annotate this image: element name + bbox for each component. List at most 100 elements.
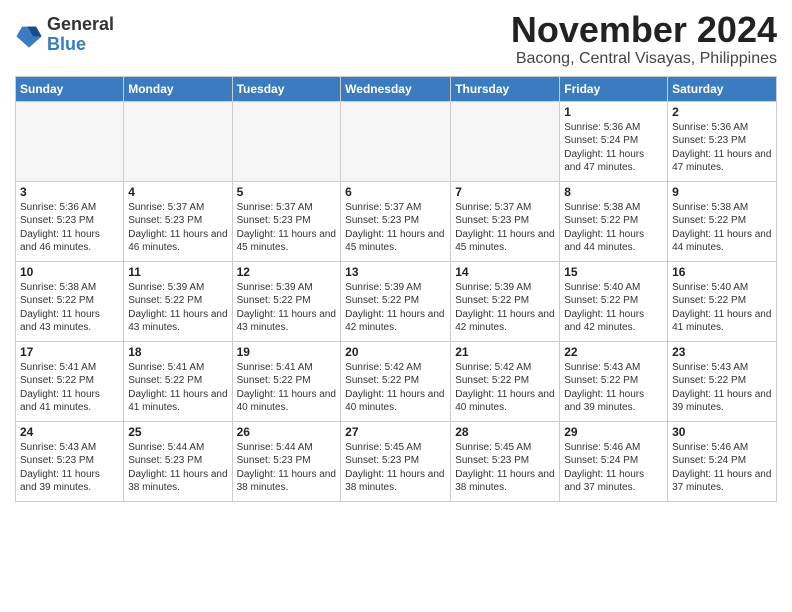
day-info: Sunrise: 5:37 AM Sunset: 5:23 PM Dayligh… [237,201,337,255]
day-number: 22 [564,345,663,359]
day-info: Sunrise: 5:43 AM Sunset: 5:23 PM Dayligh… [20,441,119,495]
day-info: Sunrise: 5:39 AM Sunset: 5:22 PM Dayligh… [128,281,227,335]
calendar-day-cell: 9Sunrise: 5:38 AM Sunset: 5:22 PM Daylig… [668,181,777,261]
calendar-day-cell: 23Sunrise: 5:43 AM Sunset: 5:22 PM Dayli… [668,341,777,421]
day-info: Sunrise: 5:36 AM Sunset: 5:23 PM Dayligh… [20,201,119,255]
day-info: Sunrise: 5:46 AM Sunset: 5:24 PM Dayligh… [564,441,663,495]
weekday-header: Tuesday [232,76,341,101]
calendar-day-cell: 3Sunrise: 5:36 AM Sunset: 5:23 PM Daylig… [16,181,124,261]
day-info: Sunrise: 5:44 AM Sunset: 5:23 PM Dayligh… [237,441,337,495]
calendar-day-cell: 19Sunrise: 5:41 AM Sunset: 5:22 PM Dayli… [232,341,341,421]
weekday-header: Sunday [16,76,124,101]
calendar-week-row: 10 Sunrise: 5:38 AM Sunset: 5:22 PM Dayli… [16,261,777,341]
weekday-header: Thursday [451,76,560,101]
day-info: Sunrise: 5:42 AM Sunset: 5:22 PM Dayligh… [455,361,555,415]
day-number: 19 [237,345,337,359]
page-header: General Blue November 2024 Bacong, Centr… [15,10,777,68]
calendar-week-row: 17 Sunrise: 5:41 AM Sunset: 5:22 PM Dayli… [16,341,777,421]
calendar-week-row: 3Sunrise: 5:36 AM Sunset: 5:23 PM Daylig… [16,181,777,261]
day-info: Sunrise: 5:42 AM Sunset: 5:22 PM Dayligh… [345,361,446,415]
day-info: Sunrise: 5:38 AM Sunset: 5:22 PM Dayligh… [20,281,119,335]
calendar-day-cell: 1Sunrise: 5:36 AM Sunset: 5:24 PM Daylig… [560,101,668,181]
calendar-day-cell: 15Sunrise: 5:40 AM Sunset: 5:22 PM Dayli… [560,261,668,341]
calendar-day-cell: 29 Sunrise: 5:46 AM Sunset: 5:24 PM Dayli… [560,421,668,501]
calendar-header-row: SundayMondayTuesdayWednesdayThursdayFrid… [16,76,777,101]
day-number: 17 [20,345,119,359]
calendar-day-cell [232,101,341,181]
day-info: Sunrise: 5:43 AM Sunset: 5:22 PM Dayligh… [564,361,663,415]
calendar-day-cell [124,101,232,181]
day-number: 16 [672,265,772,279]
day-number: 14 [455,265,555,279]
calendar-day-cell: 2Sunrise: 5:36 AM Sunset: 5:23 PM Daylig… [668,101,777,181]
month-title: November 2024 [511,10,777,50]
calendar-day-cell: 25 Sunrise: 5:44 AM Sunset: 5:23 PM Dayli… [124,421,232,501]
day-info: Sunrise: 5:39 AM Sunset: 5:22 PM Dayligh… [345,281,446,335]
day-info: Sunrise: 5:39 AM Sunset: 5:22 PM Dayligh… [237,281,337,335]
day-number: 4 [128,185,227,199]
calendar-week-row: 24 Sunrise: 5:43 AM Sunset: 5:23 PM Dayli… [16,421,777,501]
day-number: 9 [672,185,772,199]
day-number: 11 [128,265,227,279]
day-info: Sunrise: 5:45 AM Sunset: 5:23 PM Dayligh… [345,441,446,495]
day-number: 21 [455,345,555,359]
day-number: 13 [345,265,446,279]
logo-general: General [47,14,114,34]
calendar-day-cell: 22 Sunrise: 5:43 AM Sunset: 5:22 PM Dayli… [560,341,668,421]
calendar-day-cell: 14 Sunrise: 5:39 AM Sunset: 5:22 PM Dayli… [451,261,560,341]
logo-icon [15,21,43,49]
title-block: November 2024 Bacong, Central Visayas, P… [511,10,777,68]
calendar-week-row: 1Sunrise: 5:36 AM Sunset: 5:24 PM Daylig… [16,101,777,181]
day-info: Sunrise: 5:40 AM Sunset: 5:22 PM Dayligh… [564,281,663,335]
day-number: 24 [20,425,119,439]
day-info: Sunrise: 5:37 AM Sunset: 5:23 PM Dayligh… [128,201,227,255]
day-number: 30 [672,425,772,439]
calendar-day-cell: 5 Sunrise: 5:37 AM Sunset: 5:23 PM Daylig… [232,181,341,261]
day-number: 28 [455,425,555,439]
day-info: Sunrise: 5:44 AM Sunset: 5:23 PM Dayligh… [128,441,227,495]
logo: General Blue [15,15,114,55]
weekday-header: Saturday [668,76,777,101]
day-number: 26 [237,425,337,439]
day-number: 25 [128,425,227,439]
day-info: Sunrise: 5:41 AM Sunset: 5:22 PM Dayligh… [20,361,119,415]
calendar-day-cell: 16 Sunrise: 5:40 AM Sunset: 5:22 PM Dayli… [668,261,777,341]
calendar-day-cell: 30 Sunrise: 5:46 AM Sunset: 5:24 PM Dayli… [668,421,777,501]
day-info: Sunrise: 5:39 AM Sunset: 5:22 PM Dayligh… [455,281,555,335]
calendar-day-cell: 13 Sunrise: 5:39 AM Sunset: 5:22 PM Dayli… [341,261,451,341]
day-number: 8 [564,185,663,199]
day-number: 6 [345,185,446,199]
calendar-day-cell: 24 Sunrise: 5:43 AM Sunset: 5:23 PM Dayli… [16,421,124,501]
day-info: Sunrise: 5:41 AM Sunset: 5:22 PM Dayligh… [128,361,227,415]
calendar-day-cell: 10 Sunrise: 5:38 AM Sunset: 5:22 PM Dayli… [16,261,124,341]
calendar-day-cell: 11 Sunrise: 5:39 AM Sunset: 5:22 PM Dayli… [124,261,232,341]
calendar-day-cell: 7Sunrise: 5:37 AM Sunset: 5:23 PM Daylig… [451,181,560,261]
day-number: 10 [20,265,119,279]
calendar-table: SundayMondayTuesdayWednesdayThursdayFrid… [15,76,777,502]
calendar-day-cell: 21 Sunrise: 5:42 AM Sunset: 5:22 PM Dayli… [451,341,560,421]
calendar-day-cell: 20Sunrise: 5:42 AM Sunset: 5:22 PM Dayli… [341,341,451,421]
day-number: 29 [564,425,663,439]
calendar-day-cell: 27Sunrise: 5:45 AM Sunset: 5:23 PM Dayli… [341,421,451,501]
calendar-day-cell: 17 Sunrise: 5:41 AM Sunset: 5:22 PM Dayli… [16,341,124,421]
day-info: Sunrise: 5:37 AM Sunset: 5:23 PM Dayligh… [345,201,446,255]
weekday-header: Friday [560,76,668,101]
calendar-day-cell [451,101,560,181]
location-title: Bacong, Central Visayas, Philippines [511,50,777,68]
logo-blue: Blue [47,34,86,54]
calendar-day-cell: 12Sunrise: 5:39 AM Sunset: 5:22 PM Dayli… [232,261,341,341]
calendar-day-cell [16,101,124,181]
day-number: 1 [564,105,663,119]
day-number: 23 [672,345,772,359]
day-number: 5 [237,185,337,199]
day-info: Sunrise: 5:38 AM Sunset: 5:22 PM Dayligh… [564,201,663,255]
day-number: 18 [128,345,227,359]
calendar-day-cell: 28Sunrise: 5:45 AM Sunset: 5:23 PM Dayli… [451,421,560,501]
day-info: Sunrise: 5:40 AM Sunset: 5:22 PM Dayligh… [672,281,772,335]
day-info: Sunrise: 5:36 AM Sunset: 5:23 PM Dayligh… [672,121,772,175]
weekday-header: Wednesday [341,76,451,101]
calendar-day-cell: 8 Sunrise: 5:38 AM Sunset: 5:22 PM Daylig… [560,181,668,261]
day-number: 7 [455,185,555,199]
calendar-day-cell: 26 Sunrise: 5:44 AM Sunset: 5:23 PM Dayli… [232,421,341,501]
day-info: Sunrise: 5:46 AM Sunset: 5:24 PM Dayligh… [672,441,772,495]
